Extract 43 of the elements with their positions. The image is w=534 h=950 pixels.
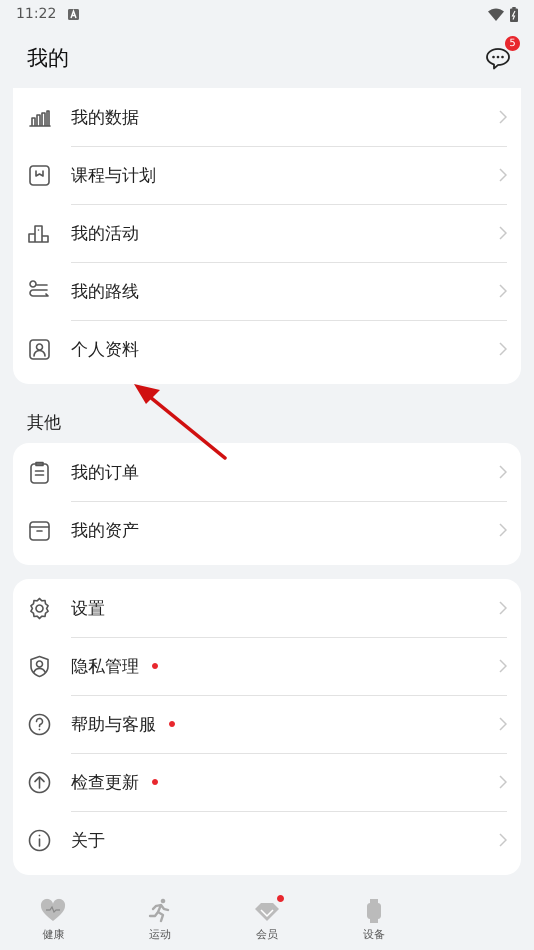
nav-tab[interactable]: 运动: [106, 888, 214, 950]
shield-user-icon: [27, 654, 52, 678]
message-count-badge: 5: [505, 36, 520, 51]
menu-item[interactable]: 我的订单: [71, 460, 139, 484]
chevron-right-icon: [499, 833, 507, 847]
upload-icon: [27, 770, 52, 794]
menu-item[interactable]: 我的资产: [71, 518, 139, 542]
chevron-right-icon: [499, 601, 507, 615]
settings-icon: [27, 596, 52, 620]
chevron-right-icon: [499, 523, 507, 537]
menu-item[interactable]: 我的活动: [71, 222, 139, 244]
chevron-right-icon: [499, 465, 507, 479]
nav-tab[interactable]: 健康: [0, 888, 107, 950]
nav-tab[interactable]: 会员: [214, 888, 320, 950]
menu-item[interactable]: 帮助与客服: [71, 712, 156, 736]
chevron-right-icon: [499, 226, 507, 240]
wifi-icon: [488, 8, 504, 20]
chevron-right-icon: [499, 110, 507, 124]
help-icon: [27, 712, 52, 736]
info-icon: [27, 828, 52, 852]
menu-item[interactable]: 设置: [71, 596, 105, 620]
profile-icon: [27, 336, 52, 362]
battery-icon: [510, 6, 518, 22]
chevron-right-icon: [499, 168, 507, 182]
menu-item[interactable]: 我的数据: [71, 106, 139, 128]
menu-item[interactable]: 隐私管理: [71, 654, 139, 678]
chevron-right-icon: [499, 342, 507, 356]
menu-item[interactable]: 检查更新: [71, 770, 139, 794]
section-title: 其他: [26, 412, 61, 435]
notification-icon: [68, 8, 80, 20]
menu-item[interactable]: 我的路线: [71, 280, 139, 302]
chevron-right-icon: [499, 775, 507, 789]
status-time: 11:22: [16, 6, 56, 22]
chevron-right-icon: [499, 284, 507, 298]
nav-tab[interactable]: 设备: [320, 888, 428, 950]
clipboard-icon: [27, 460, 52, 484]
menu-item[interactable]: 课程与计划: [71, 164, 156, 186]
menu-item[interactable]: 关于: [71, 828, 105, 852]
page-title: 我的: [27, 45, 70, 72]
menu-item[interactable]: 个人资料: [71, 338, 139, 360]
chevron-right-icon: [499, 717, 507, 731]
bookmark-icon: [27, 162, 52, 188]
chevron-right-icon: [499, 659, 507, 673]
